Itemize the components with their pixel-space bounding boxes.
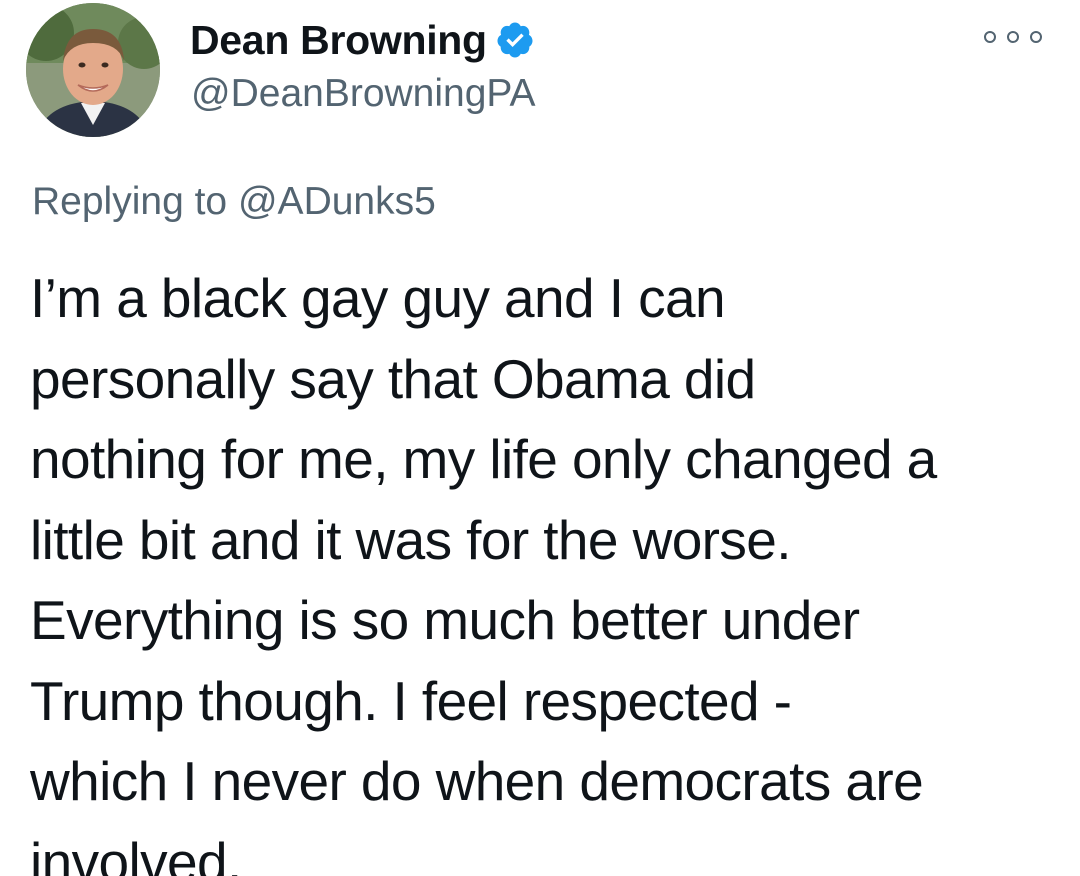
tweet-text-line: which I never do when democrats are (30, 750, 924, 812)
tweet-text-line: nothing for me, my life only changed a (30, 428, 937, 490)
tweet-text-line: I’m a black gay guy and I can (30, 267, 726, 329)
avatar[interactable] (26, 3, 160, 137)
tweet-text-line: personally say that Obama did (30, 347, 756, 410)
author-handle[interactable]: @DeanBrowningPA (191, 72, 536, 116)
tweet-text-line: little bit and it was for the worse. (30, 508, 792, 571)
dot (1030, 31, 1042, 43)
dot (1007, 31, 1019, 43)
display-name[interactable]: Dean Browning (190, 17, 487, 64)
more-options-icon[interactable] (984, 27, 1042, 47)
tweet-card: Dean Browning @DeanBrowningPA Replying t… (0, 0, 1080, 876)
tweet-text-line: Everything is so much better under (30, 589, 860, 651)
avatar-photo (26, 3, 160, 137)
replying-to: Replying to @ADunks5 (32, 180, 436, 224)
tweet-text-line: involved. (30, 830, 242, 876)
reply-mention-link[interactable]: @ADunks5 (238, 180, 436, 223)
verified-badge-icon (495, 20, 535, 60)
tweet-text: I’m a black gay guy and I can personally… (30, 258, 1070, 876)
dot (984, 31, 996, 43)
tweet-text-line: Trump though. I feel respected - (30, 669, 792, 732)
replying-to-label: Replying to (32, 180, 228, 223)
name-row: Dean Browning (190, 14, 535, 66)
